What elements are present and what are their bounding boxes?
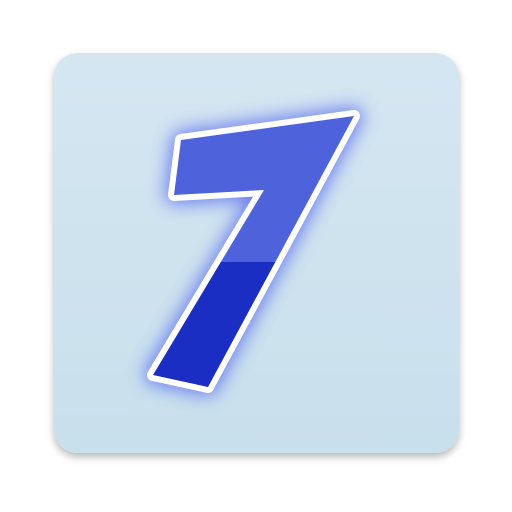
app-icon — [54, 53, 459, 453]
app-icon-canvas — [0, 0, 512, 512]
